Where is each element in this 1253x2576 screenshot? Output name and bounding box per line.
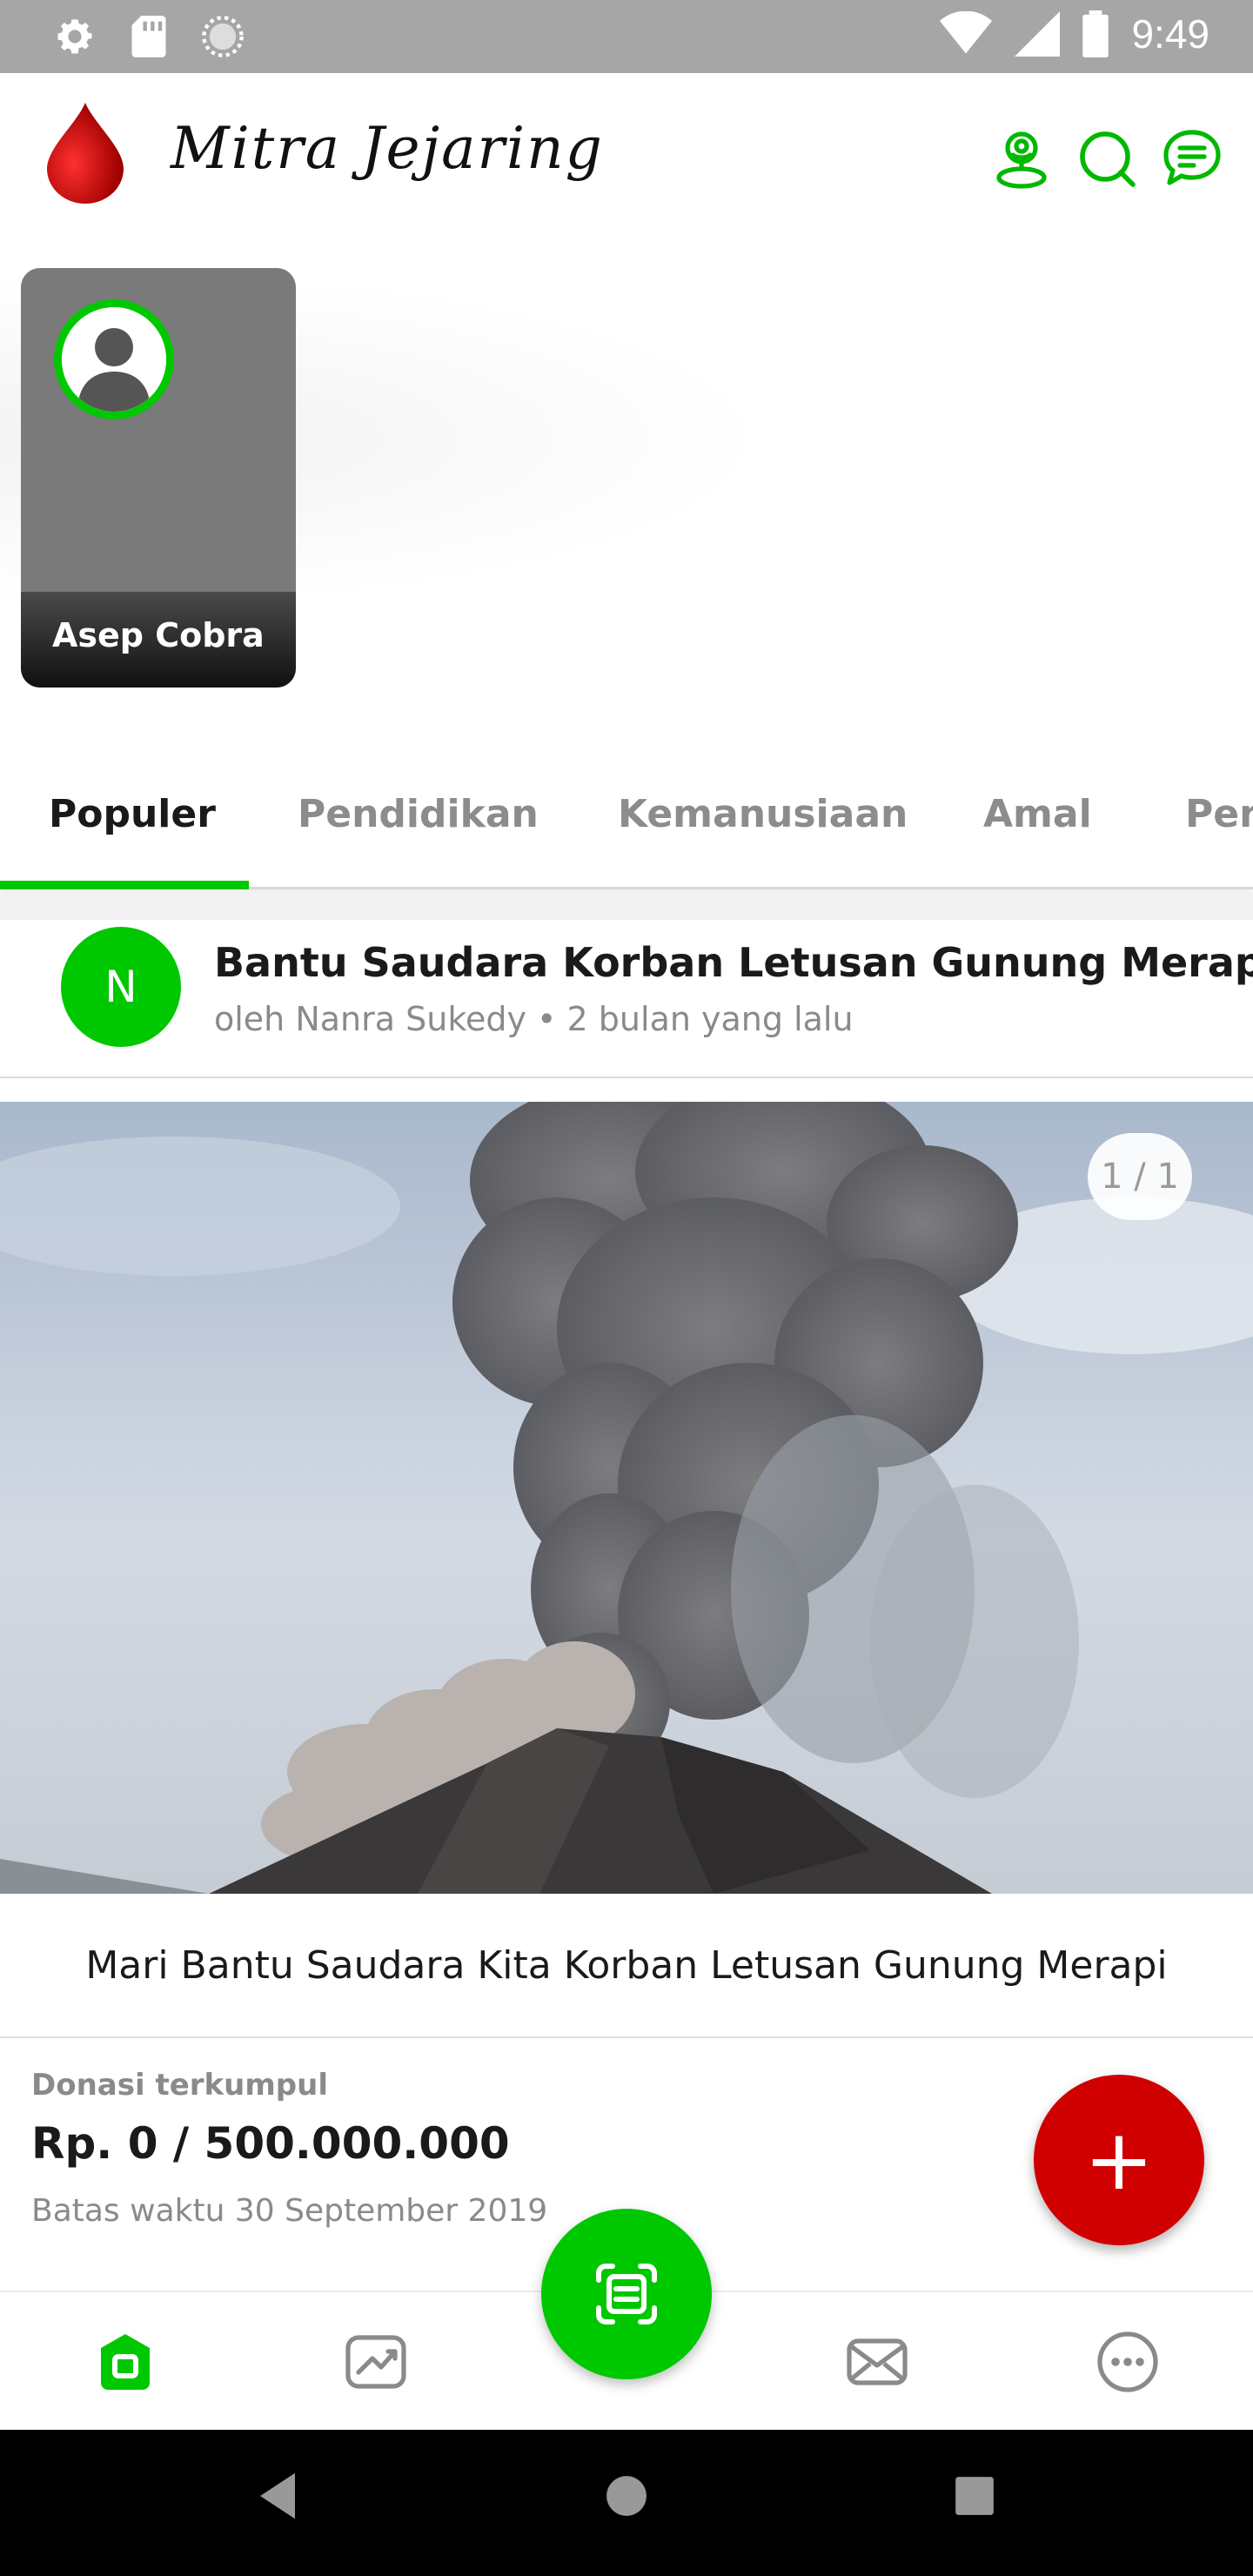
trending-icon[interactable]: [341, 2327, 411, 2397]
mail-icon[interactable]: [842, 2327, 912, 2397]
home-circle-icon[interactable]: [604, 2470, 649, 2522]
settings-icon: [57, 19, 92, 54]
battery-icon: [1082, 10, 1109, 57]
tab-pen[interactable]: Pen: [1185, 792, 1253, 836]
sd-card-icon: [131, 16, 166, 57]
section-divider: [0, 892, 1253, 920]
scan-button[interactable]: [541, 2209, 712, 2379]
story-name: Asep Cobra: [52, 616, 265, 654]
status-time: 9:49: [1131, 11, 1209, 57]
chat-icon[interactable]: [1161, 127, 1223, 190]
wifi-icon: [940, 11, 993, 54]
story-card[interactable]: Asep Cobra: [21, 268, 296, 688]
system-nav-bar: [0, 2430, 1253, 2576]
signal-icon: [1015, 11, 1061, 57]
back-icon[interactable]: [256, 2470, 299, 2522]
app-title: Mitra Jejaring: [171, 115, 604, 182]
donation-label: Donasi terkumpul: [31, 2068, 328, 2103]
post-caption: Mari Bantu Saudara Kita Korban Letusan G…: [0, 1894, 1253, 2038]
volcano-eruption-image: [0, 1102, 1253, 1894]
search-icon[interactable]: [1075, 127, 1138, 190]
donation-deadline: Batas waktu 30 September 2019: [31, 2193, 548, 2229]
tab-pendidikan[interactable]: Pendidikan: [298, 792, 539, 836]
post-author-avatar[interactable]: N: [61, 927, 181, 1047]
post-title[interactable]: Bantu Saudara Korban Letusan Gunung Mera…: [214, 939, 1253, 986]
donation-amount: Rp. 0 / 500.000.000: [31, 2118, 510, 2169]
recents-icon[interactable]: [954, 2470, 995, 2522]
tab-populer[interactable]: Populer: [49, 792, 216, 836]
post-image[interactable]: 1 / 1: [0, 1102, 1253, 1894]
sync-icon: [202, 16, 244, 57]
stories-strip: Asep Cobra: [0, 244, 1253, 731]
app-header: Mitra Jejaring: [0, 73, 1253, 244]
home-icon[interactable]: [90, 2327, 160, 2397]
active-tab-indicator: [0, 881, 249, 889]
tab-kemanusiaan[interactable]: Kemanusiaan: [618, 792, 908, 836]
tab-amal[interactable]: Amal: [983, 792, 1092, 836]
more-icon[interactable]: [1093, 2327, 1163, 2397]
image-counter: 1 / 1: [1088, 1133, 1192, 1220]
post-header[interactable]: N Bantu Saudara Korban Letusan Gunung Me…: [0, 920, 1253, 1078]
location-person-icon[interactable]: [990, 127, 1053, 190]
post-meta: oleh Nanra Sukedy • 2 bulan yang lalu: [214, 1000, 854, 1038]
story-avatar: [54, 299, 174, 419]
status-bar: 9:49: [0, 0, 1253, 73]
category-tabs: Populer Pendidikan Kemanusiaan Amal Pen: [0, 757, 1253, 889]
scan-icon: [596, 2264, 657, 2324]
person-placeholder-icon: [62, 307, 166, 412]
blood-drop-logo-icon: [47, 103, 124, 204]
add-button[interactable]: +: [1034, 2075, 1204, 2245]
